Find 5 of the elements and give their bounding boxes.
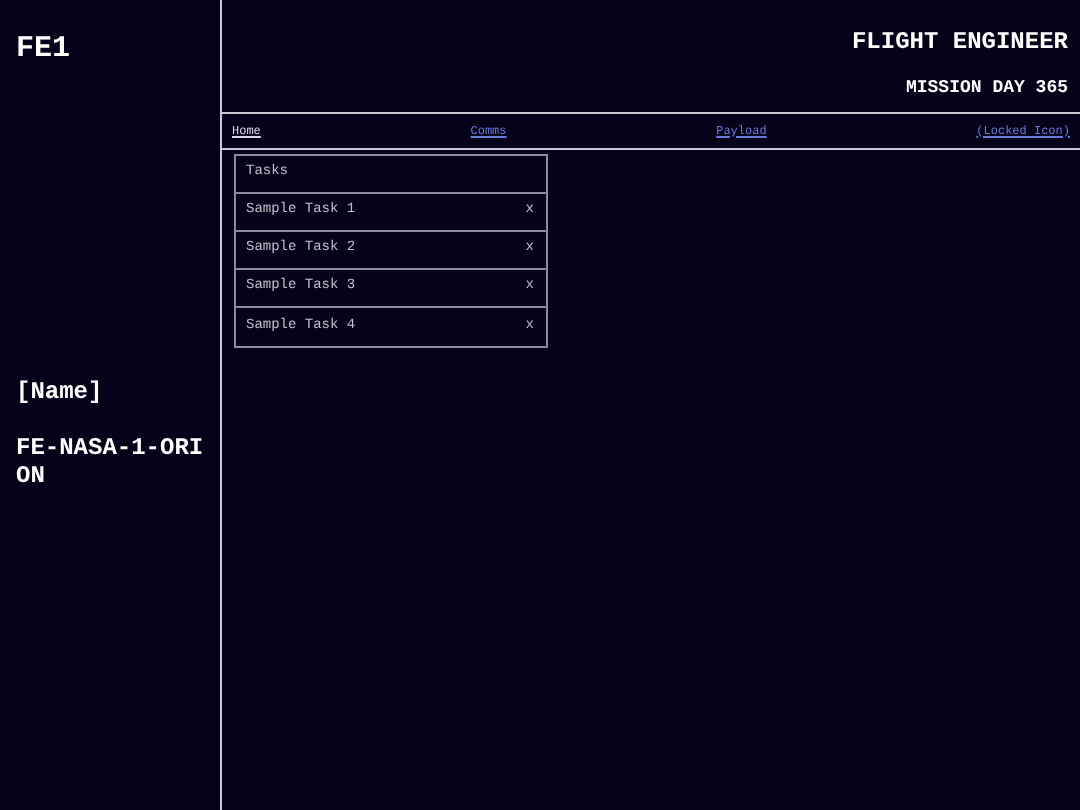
user-id: FE-NASA-1-ORION [16, 433, 204, 489]
header-title: FLIGHT ENGINEER [851, 26, 1068, 60]
header-subtitle: MISSION DAY 365 [905, 76, 1068, 102]
sidebar-code: FE1 [16, 30, 73, 70]
user-name: [Name] [16, 375, 105, 409]
